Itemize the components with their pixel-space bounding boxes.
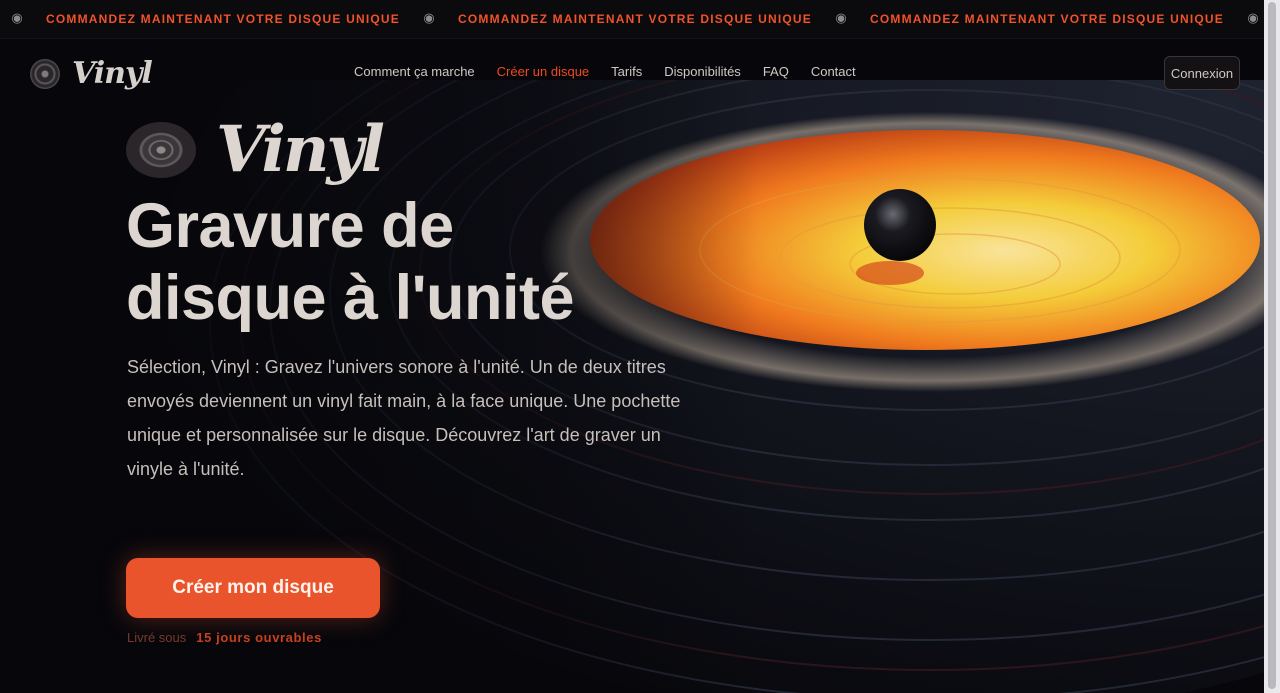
scrollbar-thumb[interactable] bbox=[1268, 2, 1276, 689]
brand-logo[interactable]: Vinyl bbox=[30, 56, 153, 91]
vinyl-disc-icon: ◉ bbox=[1247, 11, 1259, 26]
ticker-track: ◉ Commandez maintenant votre disque uniq… bbox=[0, 11, 1264, 27]
vinyl-disc-icon: ◉ bbox=[11, 11, 23, 26]
vinyl-disc-icon: ◉ bbox=[423, 11, 435, 26]
page-title: Gravure de disque à l'unité bbox=[126, 190, 686, 334]
hero-description: Sélection, Vinyl : Gravez l'univers sono… bbox=[127, 357, 681, 479]
nav-link-pricing[interactable]: Tarifs bbox=[611, 64, 642, 79]
ticker-item[interactable]: Commandez maintenant votre disque unique bbox=[46, 12, 400, 26]
page-scrollbar[interactable] bbox=[1264, 0, 1280, 693]
nav-link-contact[interactable]: Contact bbox=[811, 64, 856, 79]
delivery-note-value: 15 jours ouvrables bbox=[196, 630, 322, 645]
nav-link-faq[interactable]: FAQ bbox=[763, 64, 789, 79]
title-line-1: Gravure de bbox=[126, 191, 454, 261]
hero-logo: Vinyl bbox=[126, 112, 385, 187]
title-line-2: disque à l'unité bbox=[126, 263, 575, 333]
login-button[interactable]: Connexion bbox=[1164, 56, 1240, 90]
hero-logo-word: Vinyl bbox=[216, 112, 385, 187]
ticker-item[interactable]: Commandez maintenant votre disque unique bbox=[458, 12, 812, 26]
create-record-button[interactable]: Créer mon disque bbox=[126, 558, 380, 618]
delivery-note-label: Livré sous bbox=[127, 630, 187, 645]
announcement-ticker: ◉ Commandez maintenant votre disque uniq… bbox=[0, 0, 1264, 39]
brand-name: Vinyl bbox=[72, 56, 153, 91]
nav-link-create-record[interactable]: Créer un disque bbox=[497, 64, 590, 79]
vinyl-disc-icon bbox=[30, 58, 60, 89]
delivery-note: Livré sous 15 jours ouvrables bbox=[127, 630, 322, 645]
nav-link-availability[interactable]: Disponibilités bbox=[664, 64, 741, 79]
nav-links: Comment ça marche Créer un disque Tarifs… bbox=[354, 64, 856, 79]
vinyl-disc-icon: ◉ bbox=[835, 11, 847, 26]
ticker-item[interactable]: Commandez maintenant votre disque unique bbox=[870, 12, 1224, 26]
nav-link-how-it-works[interactable]: Comment ça marche bbox=[354, 64, 475, 79]
top-navigation: Vinyl Comment ça marche Créer un disque … bbox=[0, 38, 1264, 104]
vinyl-disc-icon bbox=[126, 122, 196, 178]
